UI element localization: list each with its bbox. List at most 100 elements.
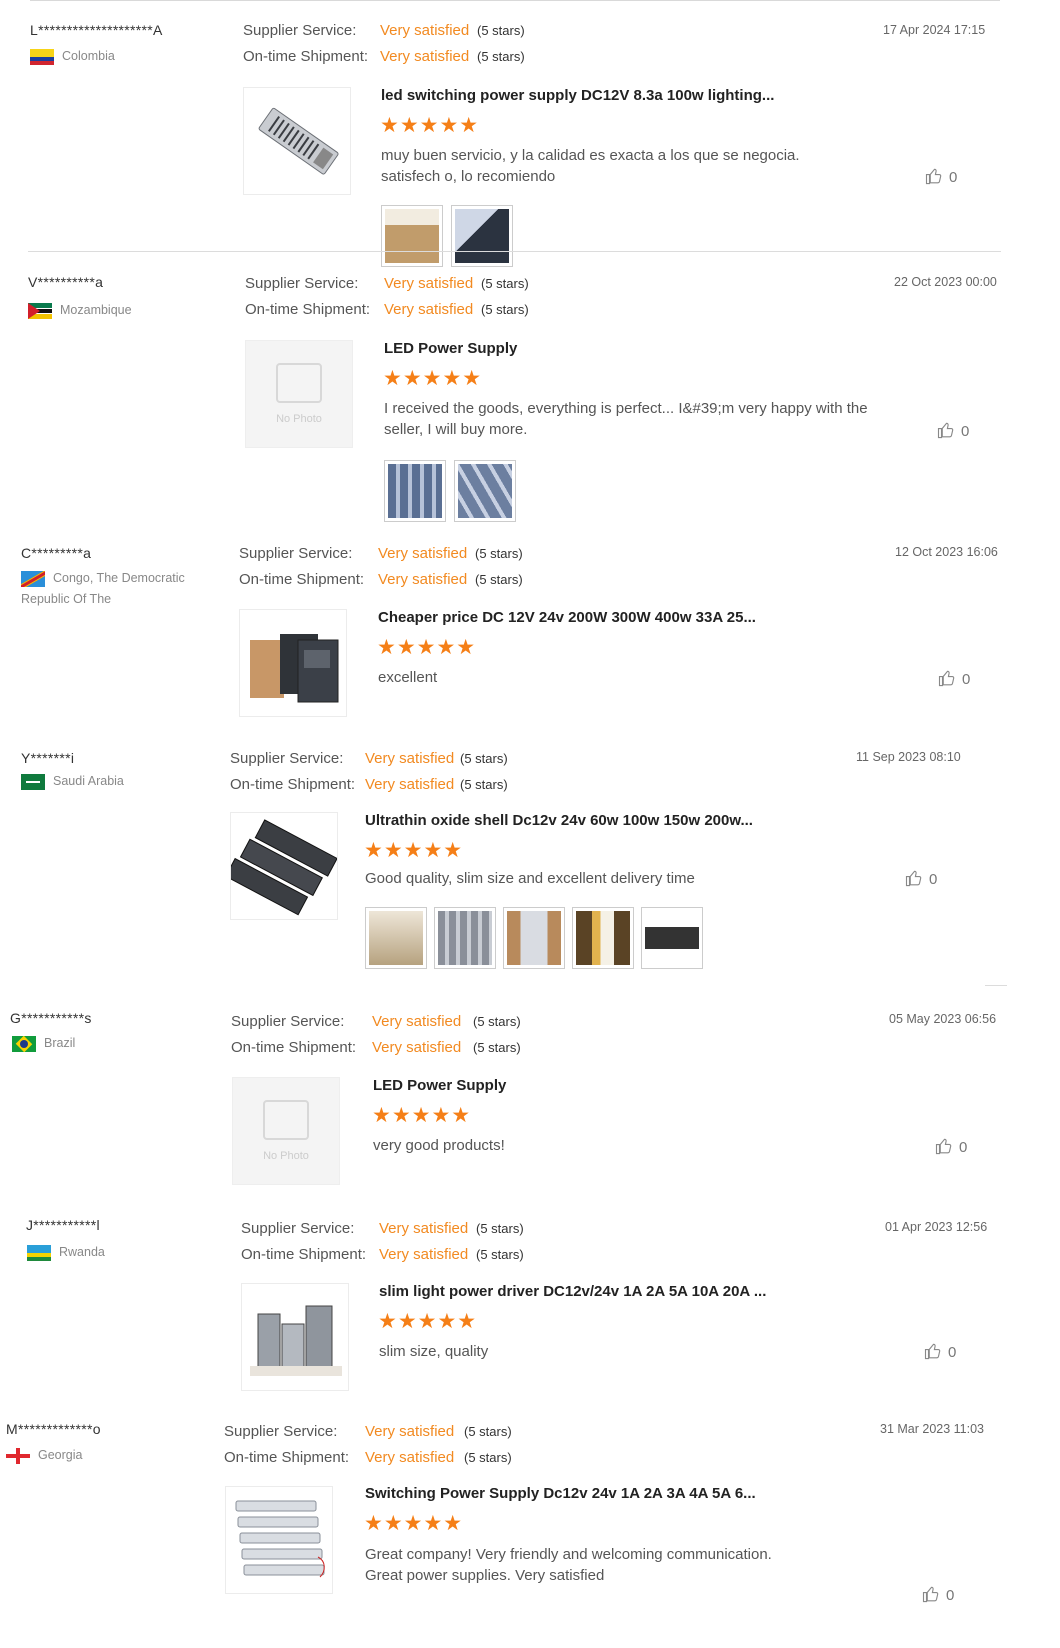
review-date: 12 Oct 2023 16:06 — [895, 545, 998, 559]
like-button[interactable]: 0 — [938, 669, 970, 688]
thumbs-up-icon — [924, 1343, 941, 1360]
product-title[interactable]: LED Power Supply — [384, 340, 517, 357]
ontime-shipment-rating: On-time Shipment: Very satisfied (5 star… — [239, 571, 523, 588]
supplier-service-rating: Supplier Service: Very satisfied (5 star… — [231, 1013, 521, 1030]
review-date: 31 Mar 2023 11:03 — [880, 1422, 985, 1436]
like-button[interactable]: 0 — [935, 1137, 967, 1156]
top-divider — [30, 0, 1000, 1]
product-thumbnail-placeholder[interactable]: No Photo — [245, 340, 353, 448]
review-star-rating: ★★★★★ — [380, 114, 480, 137]
product-thumbnail[interactable] — [243, 87, 351, 195]
reviewer-country: Congo, The Democratic Republic Of The — [21, 568, 211, 610]
image-placeholder-icon — [276, 363, 322, 403]
supplier-service-rating: Supplier Service: Very satisfied (5 star… — [239, 545, 523, 562]
review-star-rating: ★★★★★ — [377, 636, 477, 659]
reviewer-country: Mozambique — [28, 300, 218, 321]
like-count: 0 — [946, 1587, 955, 1604]
review-divider — [985, 985, 1007, 986]
ontime-shipment-rating: On-time Shipment: Very satisfied (5 star… — [230, 776, 508, 793]
like-button[interactable]: 0 — [937, 421, 969, 440]
review-photo[interactable] — [572, 907, 634, 969]
review-text: Good quality, slim size and excellent de… — [365, 870, 695, 887]
supplier-service-rating: Supplier Service: Very satisfied (5 star… — [245, 275, 529, 292]
review-star-rating: ★★★★★ — [372, 1104, 472, 1127]
product-thumbnail[interactable] — [230, 812, 338, 920]
review-star-rating: ★★★★★ — [364, 1512, 464, 1535]
review-photo[interactable] — [451, 205, 513, 267]
like-button[interactable]: 0 — [922, 1585, 954, 1604]
saudi-flag-icon — [21, 773, 45, 790]
product-title[interactable]: slim light power driver DC12v/24v 1A 2A … — [379, 1283, 766, 1300]
product-title[interactable]: LED Power Supply — [373, 1077, 506, 1094]
brazil-flag-icon — [12, 1035, 36, 1052]
like-count: 0 — [959, 1139, 968, 1156]
rwanda-flag-icon — [27, 1244, 51, 1261]
like-count: 0 — [962, 671, 971, 688]
review-photo[interactable] — [365, 907, 427, 969]
thumbs-up-icon — [905, 870, 922, 887]
ontime-shipment-rating: On-time Shipment: Very satisfied (5 star… — [245, 301, 529, 318]
ontime-shipment-rating: On-time Shipment: Very satisfied (5 star… — [243, 48, 525, 65]
review-date: 01 Apr 2023 12:56 — [885, 1220, 988, 1234]
review-photo[interactable] — [381, 205, 443, 267]
georgia-flag-icon — [6, 1447, 30, 1464]
review-text: I received the goods, everything is perf… — [384, 400, 868, 438]
review-star-rating: ★★★★★ — [383, 367, 483, 390]
like-count: 0 — [961, 423, 970, 440]
product-thumbnail[interactable] — [239, 609, 347, 717]
product-title[interactable]: Switching Power Supply Dc12v 24v 1A 2A 3… — [365, 1485, 756, 1502]
product-title[interactable]: led switching power supply DC12V 8.3a 10… — [381, 87, 774, 104]
supplier-service-rating: Supplier Service: Very satisfied (5 star… — [243, 22, 525, 39]
supplier-service-rating: Supplier Service: Very satisfied (5 star… — [224, 1423, 512, 1440]
review-text: very good products! — [373, 1137, 505, 1154]
review-photo[interactable] — [503, 907, 565, 969]
drc-flag-icon — [21, 570, 45, 587]
image-placeholder-icon — [263, 1100, 309, 1140]
product-thumbnail[interactable] — [241, 1283, 349, 1391]
reviewer-name: C*********a — [21, 545, 92, 561]
review-date: 11 Sep 2023 08:10 — [856, 750, 961, 764]
like-count: 0 — [948, 1344, 957, 1361]
review-photo[interactable] — [454, 460, 516, 522]
review-date: 17 Apr 2024 17:15 — [883, 23, 986, 37]
ontime-shipment-rating: On-time Shipment: Very satisfied (5 star… — [241, 1246, 524, 1263]
supplier-service-rating: Supplier Service: Very satisfied (5 star… — [241, 1220, 524, 1237]
review-star-rating: ★★★★★ — [378, 1310, 478, 1333]
like-button[interactable]: 0 — [905, 869, 937, 888]
reviewer-country: Georgia — [6, 1445, 196, 1466]
reviewer-country: Rwanda — [27, 1242, 217, 1263]
like-button[interactable]: 0 — [924, 1342, 956, 1361]
review-photo[interactable] — [641, 907, 703, 969]
review-divider — [28, 251, 1001, 252]
reviewer-country: Brazil — [12, 1033, 202, 1054]
supplier-service-rating: Supplier Service: Very satisfied (5 star… — [230, 750, 508, 767]
ontime-shipment-rating: On-time Shipment: Very satisfied (5 star… — [231, 1039, 521, 1056]
product-title[interactable]: Ultrathin oxide shell Dc12v 24v 60w 100w… — [365, 812, 753, 829]
like-count: 0 — [929, 871, 938, 888]
colombia-flag-icon — [30, 48, 54, 65]
like-count: 0 — [949, 169, 958, 186]
product-thumbnail-placeholder[interactable]: No Photo — [232, 1077, 340, 1185]
reviewer-country: Colombia — [30, 46, 220, 67]
reviewer-name: J***********l — [26, 1217, 100, 1233]
thumbs-up-icon — [925, 168, 942, 185]
review-text: slim size, quality — [379, 1343, 489, 1360]
reviewer-name: Y*******i — [21, 750, 75, 766]
review-photo[interactable] — [384, 460, 446, 522]
review-photo[interactable] — [434, 907, 496, 969]
thumbs-up-icon — [935, 1138, 952, 1155]
review-text: Great company! Very friendly and welcomi… — [365, 1546, 772, 1584]
review-star-rating: ★★★★★ — [364, 839, 464, 862]
review-text: muy buen servicio, y la calidad es exact… — [381, 147, 800, 185]
thumbs-up-icon — [938, 670, 955, 687]
review-text: excellent — [378, 669, 438, 686]
reviewer-name: V**********a — [28, 274, 104, 290]
thumbs-up-icon — [922, 1586, 939, 1603]
product-title[interactable]: Cheaper price DC 12V 24v 200W 300W 400w … — [378, 609, 756, 626]
review-date: 22 Oct 2023 00:00 — [894, 275, 997, 289]
mozambique-flag-icon — [28, 302, 52, 319]
reviewer-name: M*************o — [6, 1421, 101, 1437]
thumbs-up-icon — [937, 422, 954, 439]
like-button[interactable]: 0 — [925, 167, 957, 186]
product-thumbnail[interactable] — [225, 1486, 333, 1594]
